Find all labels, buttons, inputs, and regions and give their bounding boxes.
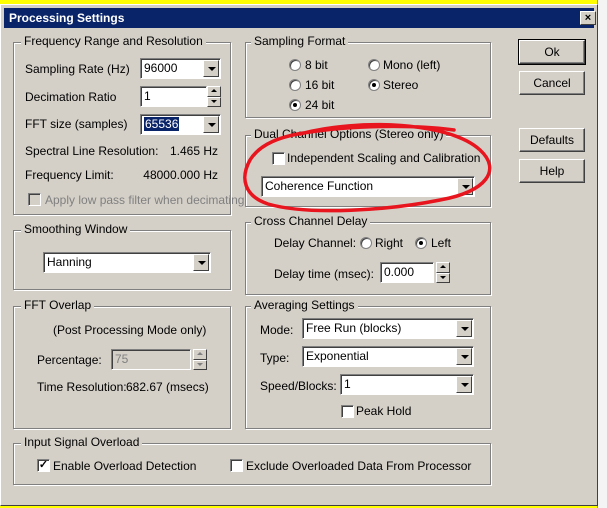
defaults-button[interactable]: Defaults (519, 128, 585, 152)
speed-blocks-combo[interactable]: 1 (340, 374, 474, 395)
spin-down-icon[interactable] (207, 96, 221, 107)
delay-time-spinner[interactable] (436, 262, 450, 283)
sampling-rate-value: 96000 (144, 61, 178, 75)
peak-hold-checkbox[interactable] (341, 405, 354, 418)
time-resolution-value: 682.67 (msecs) (126, 380, 209, 394)
chevron-down-icon[interactable] (456, 348, 472, 365)
type-combo[interactable]: Exponential (302, 346, 474, 367)
fft-size-combo[interactable]: 65536 (140, 114, 221, 135)
mode-label: Mode: (260, 323, 294, 337)
mode-combo[interactable]: Free Run (blocks) (302, 318, 474, 339)
spectral-resolution-value: 1.465 Hz (169, 144, 218, 158)
background-window-edge (597, 0, 607, 508)
frequency-limit-value: 48000.000 Hz (143, 168, 218, 182)
mode-value: Free Run (blocks) (306, 321, 402, 335)
radio-delay-right[interactable] (360, 237, 372, 249)
radio-delay-right-label: Right (375, 236, 404, 250)
decimation-spinner[interactable] (207, 86, 221, 107)
speed-blocks-value: 1 (344, 377, 351, 391)
enable-overload-checkbox[interactable]: ✓ (37, 459, 50, 472)
chevron-down-icon[interactable] (203, 60, 219, 77)
radio-delay-left[interactable] (415, 237, 427, 249)
time-resolution-label: Time Resolution: (37, 380, 127, 394)
type-label: Type: (260, 351, 290, 365)
spectral-resolution-label: Spectral Line Resolution: (25, 144, 159, 158)
title-bar[interactable]: Processing Settings × (4, 8, 596, 28)
checkmark-icon: ✓ (38, 459, 49, 471)
spin-up-icon[interactable] (207, 86, 221, 97)
sampling-rate-label: Sampling Rate (Hz) (25, 62, 130, 76)
delay-time-value: 0.000 (384, 265, 415, 279)
close-icon: × (584, 12, 592, 24)
chevron-down-icon[interactable] (193, 254, 209, 271)
frequency-range-legend: Frequency Range and Resolution (21, 34, 206, 48)
lowpass-checkbox[interactable] (28, 193, 41, 206)
spin-up-icon[interactable] (436, 262, 450, 273)
radio-16bit-label: 16 bit (305, 78, 335, 92)
chevron-down-icon[interactable] (456, 376, 472, 393)
chevron-down-icon[interactable] (203, 116, 219, 133)
delay-time-label: Delay time (msec): (274, 267, 375, 281)
radio-16bit[interactable] (289, 79, 301, 91)
percentage-label: Percentage: (37, 353, 102, 367)
sampling-rate-combo[interactable]: 96000 (140, 58, 221, 79)
radio-8bit-label: 8 bit (305, 58, 328, 72)
delay-time-input[interactable]: 0.000 (380, 262, 434, 283)
cancel-button[interactable]: Cancel (519, 71, 585, 95)
peak-hold-label: Peak Hold (356, 404, 412, 418)
radio-mono-label: Mono (left) (383, 58, 441, 72)
radio-stereo-label: Stereo (383, 78, 419, 92)
annotation-circle (243, 122, 492, 213)
radio-delay-left-label: Left (431, 236, 452, 250)
cross-channel-delay-group (245, 222, 491, 295)
radio-8bit[interactable] (289, 59, 301, 71)
decimation-label: Decimation Ratio (25, 90, 117, 104)
sampling-format-legend: Sampling Format (251, 34, 349, 48)
frequency-limit-label: Frequency Limit: (25, 168, 114, 182)
smoothing-window-value: Hanning (47, 255, 92, 269)
fft-overlap-legend: FFT Overlap (21, 298, 95, 312)
averaging-settings-legend: Averaging Settings (251, 298, 358, 312)
lowpass-label: Apply low pass filter when decimating (45, 193, 245, 207)
radio-24bit-label: 24 bit (305, 98, 335, 112)
fft-size-value: 65536 (144, 117, 180, 131)
delay-channel-label: Delay Channel: (274, 236, 357, 250)
radio-stereo[interactable] (368, 79, 380, 91)
percentage-input[interactable]: 75 (111, 349, 191, 370)
spin-up-icon[interactable] (193, 349, 207, 360)
smoothing-window-legend: Smoothing Window (21, 222, 131, 236)
sampling-format-group (245, 42, 491, 118)
decimation-value: 1 (144, 89, 151, 103)
decimation-input[interactable]: 1 (140, 86, 207, 107)
exclude-overload-checkbox[interactable] (230, 459, 243, 472)
smoothing-window-combo[interactable]: Hanning (43, 252, 211, 273)
cross-channel-delay-legend: Cross Channel Delay (251, 214, 371, 228)
chevron-down-icon[interactable] (456, 320, 472, 337)
exclude-overload-label: Exclude Overloaded Data From Processor (246, 459, 472, 473)
spin-down-icon[interactable] (436, 272, 450, 283)
dialog-title: Processing Settings (9, 11, 125, 25)
percentage-value: 75 (115, 352, 129, 366)
processing-settings-dialog: Processing Settings × Frequency Range an… (0, 4, 598, 506)
percentage-spinner[interactable] (193, 349, 207, 370)
type-value: Exponential (306, 349, 369, 363)
enable-overload-label: Enable Overload Detection (53, 459, 197, 473)
fft-overlap-note: (Post Processing Mode only) (53, 323, 207, 337)
speed-blocks-label: Speed/Blocks: (260, 379, 337, 393)
radio-mono[interactable] (368, 59, 380, 71)
input-overload-legend: Input Signal Overload (21, 435, 143, 449)
spin-down-icon[interactable] (193, 359, 207, 370)
fft-size-label: FFT size (samples) (25, 117, 128, 131)
ok-button[interactable]: Ok (518, 39, 586, 65)
help-button[interactable]: Help (519, 159, 585, 183)
radio-24bit[interactable] (289, 99, 301, 111)
close-button[interactable]: × (580, 11, 596, 25)
